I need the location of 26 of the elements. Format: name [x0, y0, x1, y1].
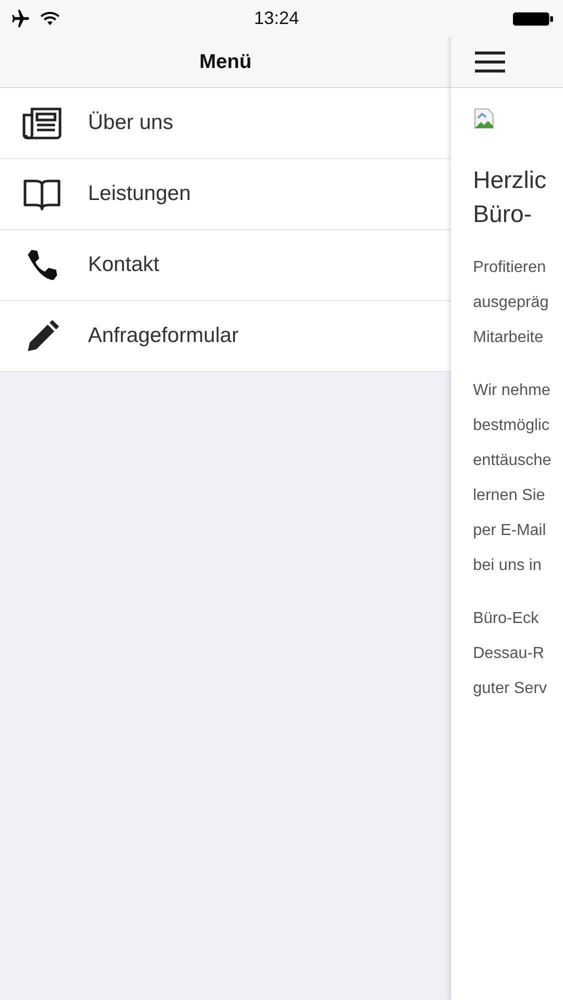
wifi-icon	[40, 11, 60, 26]
menu-title: Menü	[199, 50, 252, 74]
paragraph-line: Profitieren	[473, 258, 546, 278]
paragraph-line: Mitarbeite	[473, 328, 544, 348]
paragraph-line: guter Serv	[473, 679, 547, 699]
open-book-icon	[22, 177, 62, 211]
menu-item[interactable]: Anfrageformular	[0, 301, 451, 372]
broken-image-icon	[473, 108, 495, 130]
menu-icon[interactable]	[475, 51, 505, 73]
paragraph-line: Dessau-R	[473, 644, 544, 664]
paragraph-line: Büro-Eck	[473, 609, 539, 629]
menu-item[interactable]: Über uns	[0, 88, 451, 159]
paragraph-line: bestmöglic	[473, 416, 550, 436]
newspaper-icon	[22, 106, 62, 140]
status-time: 13:24	[254, 8, 300, 29]
heading-line: Büro-	[473, 200, 532, 230]
battery-icon	[512, 10, 554, 26]
menu-item[interactable]: Kontakt	[0, 230, 451, 301]
paragraph-line: bei uns in	[473, 556, 542, 576]
paragraph-line: per E-Mail	[473, 521, 546, 541]
paragraph-line: Wir nehme	[473, 381, 550, 401]
paragraph-line: ausgepräg	[473, 293, 549, 313]
paragraph-line: lernen Sie	[473, 486, 546, 506]
heading-line: Herzlic	[473, 166, 546, 196]
menu-item[interactable]: Leistungen	[0, 159, 451, 230]
paragraph-line: enttäusche	[473, 451, 552, 471]
